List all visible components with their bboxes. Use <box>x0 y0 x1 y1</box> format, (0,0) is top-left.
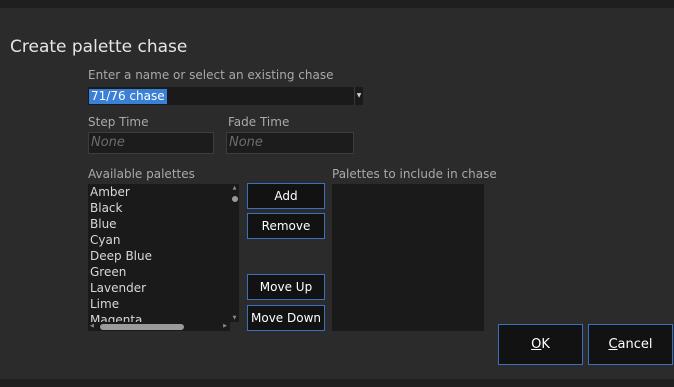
cancel-button[interactable]: Cancel <box>588 324 673 365</box>
remove-button-label: Remove <box>261 219 311 233</box>
dialog-title: Create palette chase <box>10 37 188 57</box>
scroll-left-arrow-icon[interactable]: ◀ <box>90 322 94 331</box>
scroll-up-arrow-icon[interactable]: ▲ <box>230 185 239 191</box>
list-item[interactable]: Lavender <box>88 280 230 296</box>
list-item[interactable]: Deep Blue <box>88 248 230 264</box>
cancel-button-label: Cancel <box>608 325 652 364</box>
chevron-down-icon[interactable]: ▼ <box>354 87 363 105</box>
list-item[interactable]: Amber <box>88 184 230 200</box>
fade-time-input[interactable]: None <box>226 132 354 154</box>
vertical-scroll-thumb[interactable] <box>232 196 238 202</box>
chase-name-value[interactable]: 71/76 chase <box>89 89 167 104</box>
add-button[interactable]: Add <box>247 183 325 209</box>
move-up-button-label: Move Up <box>259 280 313 294</box>
add-button-label: Add <box>274 189 298 203</box>
available-palettes-items: Amber Black Blue Cyan Deep Blue Green La… <box>88 184 230 328</box>
chase-name-combobox[interactable]: 71/76 chase ▼ <box>88 87 363 105</box>
scroll-right-arrow-icon[interactable]: ▶ <box>223 322 227 331</box>
scroll-down-arrow-icon[interactable]: ▼ <box>230 315 239 321</box>
step-time-input[interactable]: None <box>88 132 214 154</box>
window-bottom-edge <box>0 379 674 387</box>
fade-time-label: Fade Time <box>228 115 290 129</box>
window-top-edge <box>0 0 674 8</box>
included-palettes-list[interactable] <box>332 184 484 331</box>
list-item[interactable]: Lime <box>88 296 230 312</box>
ok-button[interactable]: OK <box>498 324 583 365</box>
available-palettes-label: Available palettes <box>88 167 195 181</box>
cancel-mnemonic: C <box>608 337 618 352</box>
move-down-button-label: Move Down <box>251 311 321 325</box>
available-palettes-list[interactable]: Amber Black Blue Cyan Deep Blue Green La… <box>88 184 239 331</box>
ok-mnemonic: O <box>531 337 542 352</box>
chase-name-label: Enter a name or select an existing chase <box>88 68 334 82</box>
list-item[interactable]: Cyan <box>88 232 230 248</box>
ok-label-rest: K <box>541 337 550 352</box>
move-down-button[interactable]: Move Down <box>247 305 325 331</box>
ok-button-label: OK <box>531 325 550 364</box>
list-item[interactable]: Green <box>88 264 230 280</box>
cancel-label-rest: ancel <box>617 337 653 352</box>
remove-button[interactable]: Remove <box>247 213 325 239</box>
list-item[interactable]: Blue <box>88 216 230 232</box>
horizontal-scroll-thumb[interactable] <box>100 324 184 330</box>
step-time-label: Step Time <box>88 115 149 129</box>
list-item[interactable]: Black <box>88 200 230 216</box>
scrollbar-corner <box>230 322 239 331</box>
vertical-scrollbar[interactable]: ▲ ▼ <box>230 184 239 322</box>
horizontal-scrollbar[interactable]: ◀ ▶ <box>88 322 230 331</box>
move-up-button[interactable]: Move Up <box>247 274 325 300</box>
include-palettes-label: Palettes to include in chase <box>332 167 497 181</box>
